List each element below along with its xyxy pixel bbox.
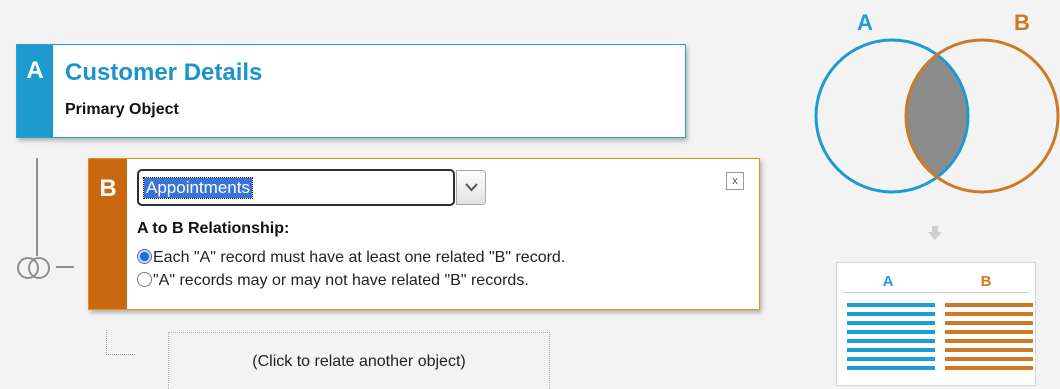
join-icon[interactable] — [14, 255, 58, 281]
close-button[interactable]: x — [726, 172, 744, 190]
relationship-option-label: Each "A" record must have at least one r… — [153, 249, 566, 266]
result-rows-a — [847, 303, 935, 375]
result-rows-b — [945, 303, 1033, 375]
relationship-option-optional[interactable]: "A" records may or may not have related … — [137, 272, 529, 290]
related-object-select-value: Appointments — [143, 177, 253, 199]
venn-diagram: A B — [814, 10, 1060, 194]
add-object-button[interactable]: (Click to relate another object) — [168, 332, 550, 389]
relationship-option-required[interactable]: Each "A" record must have at least one r… — [137, 249, 565, 267]
venn-label-b: B — [1014, 10, 1030, 35]
result-header-a: A — [882, 273, 894, 290]
primary-object-badge: A — [17, 45, 53, 137]
related-object-select[interactable]: Appointments — [137, 169, 455, 206]
venn-label-a: A — [857, 10, 873, 35]
close-icon: x — [732, 175, 738, 187]
add-object-connector — [106, 330, 135, 355]
primary-object-card: A Customer Details Primary Object — [16, 44, 686, 138]
related-object-card: B Appointments x A to B Relationship: Ea… — [88, 158, 760, 310]
connector-line — [36, 158, 38, 256]
relationship-label: A to B Relationship: — [137, 220, 290, 237]
related-object-badge-label: B — [99, 175, 117, 202]
related-object-badge: B — [89, 159, 127, 309]
dropdown-button[interactable] — [456, 170, 486, 205]
add-object-label: (Click to relate another object) — [252, 353, 466, 370]
result-table-header: A B — [843, 270, 1029, 293]
relationship-option-label: "A" records may or may not have related … — [153, 272, 529, 289]
arrow-down-icon — [928, 226, 942, 240]
result-header-b: B — [980, 273, 992, 290]
radio-button-selected[interactable] — [137, 249, 152, 264]
result-table: A B — [836, 262, 1036, 386]
primary-object-badge-label: A — [26, 57, 44, 84]
radio-button[interactable] — [137, 272, 152, 287]
primary-object-subtitle: Primary Object — [65, 101, 179, 118]
connector-line — [56, 266, 74, 268]
primary-object-title: Customer Details — [65, 59, 263, 86]
chevron-down-icon — [465, 183, 478, 192]
